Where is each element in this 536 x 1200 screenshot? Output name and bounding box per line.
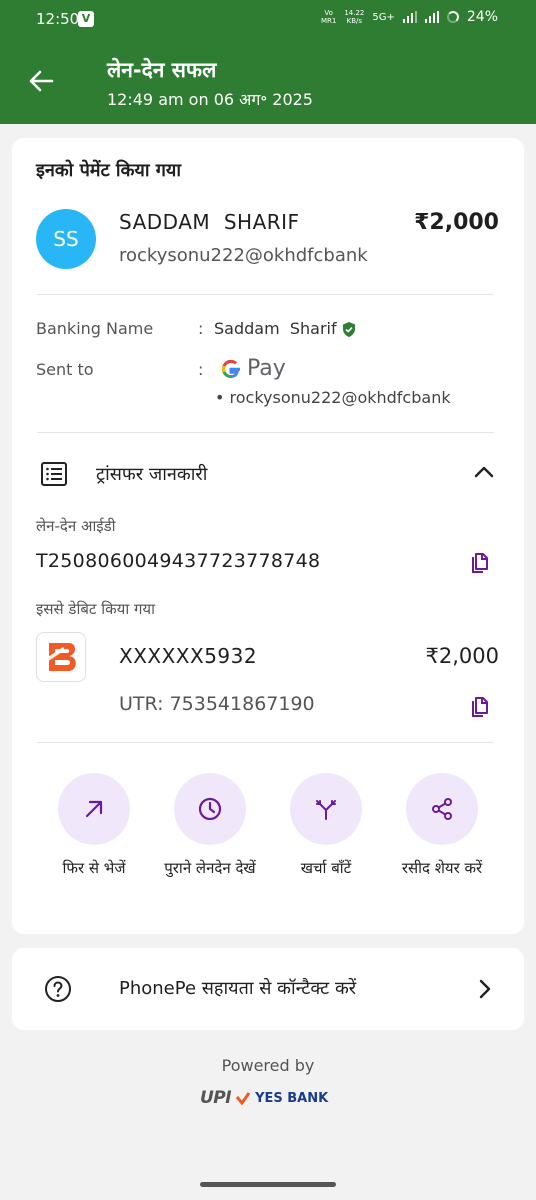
payment-amount: ₹2,000 (414, 210, 499, 235)
upi-logo-text: UPI (200, 1088, 232, 1108)
gesture-nav-bar[interactable] (200, 1182, 336, 1187)
transfer-details-title: ट्रांसफर जानकारी (96, 464, 208, 485)
debit-account-number: XXXXXX5932 (119, 644, 258, 668)
status-time: 12:50 (36, 10, 80, 28)
copy-icon (472, 553, 488, 573)
gpay-text: Pay (247, 356, 286, 381)
banking-name-text: Saddam Sharif (214, 319, 337, 338)
payee-upi-id: rockysonu222@okhdfcbank (119, 245, 368, 266)
battery-level: 24% (466, 9, 498, 25)
network-type: 5G+ (372, 11, 395, 23)
share-receipt-label: रसीद शेयर करें (401, 859, 483, 877)
bank-of-baroda-logo (36, 632, 86, 682)
sent-to-label: Sent to (36, 360, 94, 379)
utr-number: UTR: 753541867190 (119, 693, 315, 715)
chevron-up-icon (474, 466, 494, 478)
gpay-logo: Pay (219, 356, 286, 381)
copy-utr-button[interactable] (467, 693, 491, 717)
debited-from-label: इससे डेबिट किया गया (36, 600, 156, 618)
contact-support-button[interactable]: PhonePe सहायता से कॉन्टैक्ट करें (12, 948, 524, 1030)
upi-check-icon (235, 1092, 251, 1105)
view-history-button[interactable]: पुराने लेनदेन देखें (155, 773, 265, 881)
chevron-right-icon (479, 979, 491, 999)
avatar: SS (36, 209, 96, 269)
upi-yes-bank-logo: UPI YES BANK (200, 1086, 340, 1110)
split-icon (316, 800, 336, 820)
page-title: लेन-देन सफल (107, 58, 217, 82)
divider (37, 294, 494, 295)
powered-by-label: Powered by (221, 1056, 315, 1075)
clock-icon (198, 797, 222, 821)
status-indicators: Vo MR1 14.22 KB/s 5G+ 24% (321, 9, 498, 25)
debit-amount: ₹2,000 (425, 644, 499, 668)
copy-icon (472, 697, 488, 717)
battery-icon (446, 11, 459, 23)
network-speed: 14.22 KB/s (344, 9, 365, 25)
action-circle (58, 773, 130, 845)
yes-bank-logo-text: YES BANK (255, 1090, 329, 1106)
split-expense-label: खर्चा बाँटें (300, 859, 352, 877)
status-bar: 12:50 V Vo MR1 14.22 KB/s 5G+ 24% (0, 0, 536, 40)
sent-to-upi-id: • rockysonu222@okhdfcbank (215, 388, 451, 407)
app-header: लेन-देन सफल 12:49 am on 06 अग॰ 2025 (0, 40, 536, 124)
transaction-id: T2508060049437723778748 (36, 550, 321, 572)
transaction-id-label: लेन-देन आईडी (36, 517, 116, 535)
transaction-datetime: 12:49 am on 06 अग॰ 2025 (107, 90, 313, 109)
paid-to-heading: इनको पेमेंट किया गया (36, 160, 181, 181)
contact-support-label: PhonePe सहायता से कॉन्टैक्ट करें (119, 978, 357, 999)
signal-icon-2 (424, 11, 439, 23)
send-again-label: फिर से भेजें (62, 859, 126, 877)
banking-name-label: Banking Name (36, 319, 154, 338)
app-notification-icon: V (78, 11, 94, 27)
back-button[interactable] (26, 66, 56, 96)
verified-shield-icon (342, 322, 355, 337)
share-icon (432, 798, 452, 820)
share-receipt-button[interactable]: रसीद शेयर करें (387, 773, 497, 881)
divider (37, 742, 494, 743)
action-circle (406, 773, 478, 845)
transfer-details-toggle[interactable]: ट्रांसफर जानकारी (12, 448, 524, 500)
action-circle (174, 773, 246, 845)
arrow-left-icon (29, 70, 54, 92)
arrow-up-right-icon (85, 800, 103, 818)
volte-indicator: Vo MR1 (320, 9, 337, 25)
signal-icon (402, 11, 417, 23)
banking-name-value: Saddam Sharif (214, 319, 357, 338)
document-list-icon (41, 462, 67, 486)
copy-transaction-id-button[interactable] (467, 549, 491, 573)
google-g-icon (221, 359, 240, 378)
transaction-card: इनको पेमेंट किया गया SS SADDAM SHARIF ro… (12, 138, 524, 934)
colon: : (198, 319, 204, 338)
view-history-label: पुराने लेनदेन देखें (164, 859, 256, 877)
help-circle-icon (45, 976, 71, 1002)
colon: : (198, 360, 204, 379)
divider (37, 432, 494, 433)
action-circle (290, 773, 362, 845)
split-expense-button[interactable]: खर्चा बाँटें (271, 773, 381, 881)
payee-name: SADDAM SHARIF (119, 210, 300, 234)
send-again-button[interactable]: फिर से भेजें (39, 773, 149, 881)
